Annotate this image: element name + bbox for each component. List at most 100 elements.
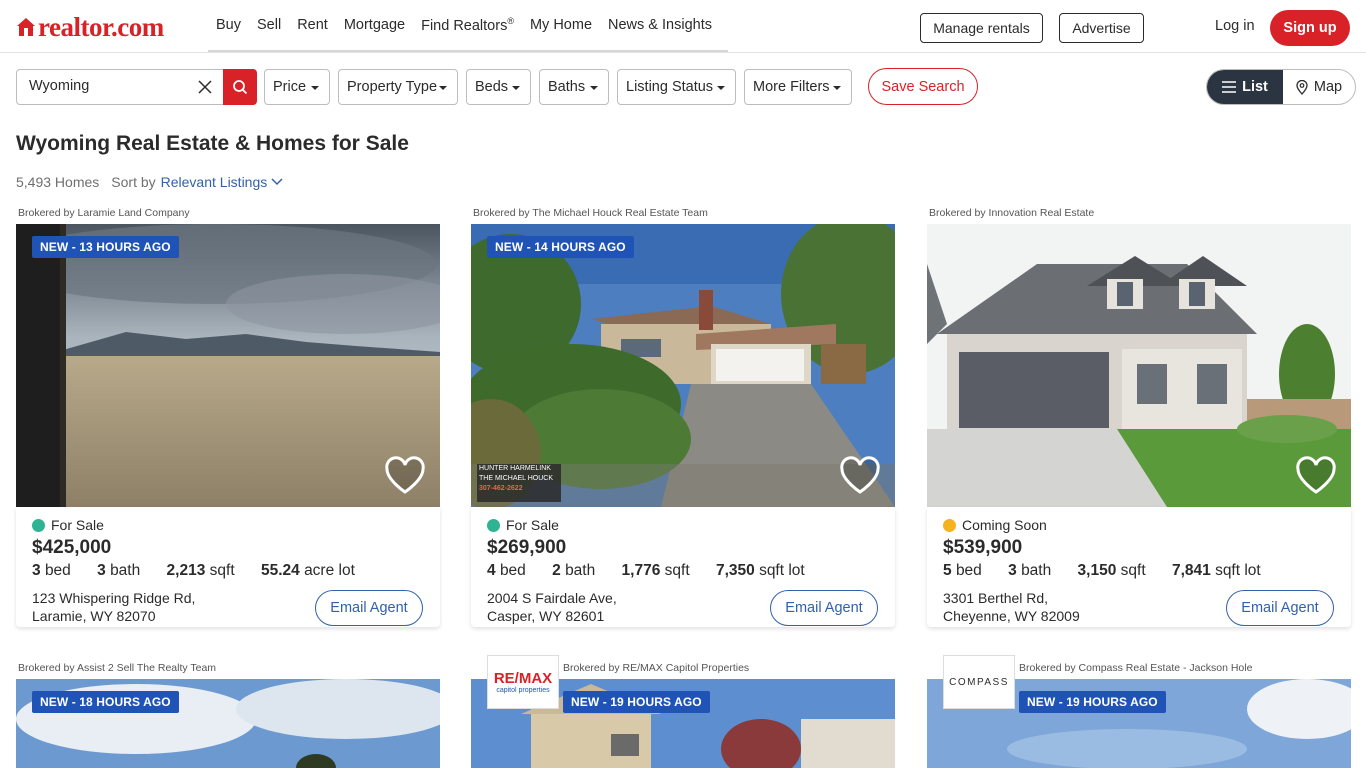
listing-address[interactable]: 2004 S Fairdale Ave, Casper, WY 82601 [487, 589, 617, 625]
remax-logo: RE/MAX capitol properties [487, 655, 559, 709]
caret-down-icon [717, 86, 725, 90]
advertise-button[interactable]: Advertise [1059, 13, 1144, 43]
listing-photo[interactable]: NEW - 18 HOURS AGO [16, 679, 440, 768]
status-text: For Sale [51, 517, 104, 533]
caret-down-icon [833, 86, 841, 90]
broker-label: Brokered by Laramie Land Company [18, 207, 190, 219]
more-filters-button[interactable]: More Filters [744, 69, 852, 105]
realtor-logo[interactable]: realtor.com [16, 12, 164, 42]
baths-unit: bath [110, 562, 141, 579]
listing-photo[interactable] [927, 224, 1351, 507]
listing-specs: 5 bed 3 bath 3,150 sqft 7,841 sqft lot [943, 562, 1261, 580]
search-button[interactable] [223, 69, 257, 105]
compass-logo: COMPASS [943, 655, 1015, 709]
login-link[interactable]: Log in [1215, 18, 1255, 34]
new-listing-badge: NEW - 19 HOURS AGO [563, 691, 710, 713]
listing-info: For Sale $425,000 3 bed 3 bath 2,213 sqf… [16, 507, 440, 627]
search-input[interactable] [29, 78, 199, 94]
listing-status-label: Listing Status [626, 79, 714, 95]
email-agent-button[interactable]: Email Agent [315, 590, 423, 626]
new-listing-badge: NEW - 13 HOURS AGO [32, 236, 179, 258]
heart-icon[interactable] [839, 456, 881, 496]
baths-value: 3 [1008, 562, 1017, 579]
broker-label: Brokered by Innovation Real Estate [929, 207, 1095, 219]
listing-card[interactable]: Brokered by The Michael Houck Real Estat… [471, 207, 895, 628]
map-view-label: Map [1313, 79, 1343, 95]
caret-down-icon [512, 86, 520, 90]
listing-photo[interactable]: NEW - 13 HOURS AGO [16, 224, 440, 507]
new-listing-badge: NEW - 19 HOURS AGO [1019, 691, 1166, 713]
nav-my-home[interactable]: My Home [530, 17, 592, 33]
nav-buy[interactable]: Buy [216, 17, 241, 33]
property-type-label: Property Type [347, 79, 438, 95]
listing-status: For Sale [32, 517, 104, 533]
listing-status: Coming Soon [943, 517, 1047, 533]
more-filters-label: More Filters [753, 79, 830, 95]
heart-icon[interactable] [384, 456, 426, 496]
broker-label: Brokered by Compass Real Estate - Jackso… [1019, 662, 1253, 674]
status-text: Coming Soon [962, 517, 1047, 533]
results-meta: 5,493 Homes Sort by Relevant Listings [16, 174, 283, 190]
listing-price: $539,900 [943, 537, 1023, 558]
baths-unit: bath [565, 562, 596, 579]
signup-button[interactable]: Sign up [1270, 10, 1350, 46]
broker-label: Brokered by The Michael Houck Real Estat… [473, 207, 708, 219]
save-search-button[interactable]: Save Search [868, 68, 978, 105]
sqft-unit: sqft [209, 562, 235, 579]
remax-logo-text: RE/MAX [493, 670, 553, 687]
listing-card[interactable]: Brokered by Innovation Real Estate Comin… [927, 207, 1351, 628]
results-count: 5,493 Homes [16, 174, 100, 190]
beds-value: 5 [943, 562, 952, 579]
listing-info: Coming Soon $539,900 5 bed 3 bath 3,150 … [927, 507, 1351, 627]
baths-filter[interactable]: Baths [539, 69, 609, 105]
listing-photo[interactable]: NEW - 14 HOURS AGO HUNTER HARMELINK THE … [471, 224, 895, 507]
page-title: Wyoming Real Estate & Homes for Sale [16, 132, 409, 155]
beds-value: 3 [32, 562, 41, 579]
broker-label: Brokered by Assist 2 Sell The Realty Tea… [18, 662, 217, 674]
view-toggle: List Map [1206, 69, 1356, 105]
main-nav: Buy Sell Rent Mortgage Find Realtors® My… [208, 0, 728, 52]
nav-news-insights[interactable]: News & Insights [608, 17, 712, 33]
price-filter[interactable]: Price [264, 69, 330, 105]
listing-address[interactable]: 123 Whispering Ridge Rd, Laramie, WY 820… [32, 589, 195, 625]
nav-find-realtors[interactable]: Find Realtors® [421, 16, 514, 34]
sort-label: Sort by [111, 174, 156, 190]
email-agent-button[interactable]: Email Agent [1226, 590, 1334, 626]
baths-value: 2 [552, 562, 561, 579]
listing-card[interactable]: Brokered by Laramie Land Company NEW - 1… [16, 207, 440, 628]
lot-value: 7,350 [715, 562, 755, 579]
beds-unit: bed [499, 562, 526, 579]
property-type-filter[interactable]: Property Type [338, 69, 458, 105]
listing-card[interactable]: Brokered by RE/MAX Capitol Properties NE… [471, 655, 895, 768]
lot-value: 55.24 [260, 562, 300, 579]
listing-card[interactable]: Brokered by Assist 2 Sell The Realty Tea… [16, 662, 440, 768]
nav-sell[interactable]: Sell [257, 17, 281, 33]
listing-status-filter[interactable]: Listing Status [617, 69, 736, 105]
status-dot [487, 518, 500, 532]
new-listing-badge: NEW - 18 HOURS AGO [32, 691, 179, 713]
manage-rentals-button[interactable]: Manage rentals [920, 13, 1043, 43]
caret-down-icon [311, 86, 319, 90]
logo-text: realtor.com [38, 12, 164, 42]
heart-icon[interactable] [1295, 456, 1337, 496]
nav-rent[interactable]: Rent [297, 17, 328, 33]
map-view-button[interactable]: Map [1283, 70, 1355, 104]
listing-info: For Sale $269,900 4 bed 2 bath 1,776 sqf… [471, 507, 895, 627]
search-icon [233, 80, 248, 95]
remax-logo-subtext: capitol properties [496, 687, 550, 694]
address-line-1: 3301 Berthel Rd, [943, 590, 1049, 606]
beds-filter[interactable]: Beds [466, 69, 531, 105]
beds-unit: bed [44, 562, 71, 579]
status-text: For Sale [506, 517, 559, 533]
nav-mortgage[interactable]: Mortgage [344, 17, 405, 33]
broker-label: Brokered by RE/MAX Capitol Properties [563, 662, 750, 674]
list-view-button[interactable]: List [1207, 70, 1283, 104]
listing-card[interactable]: Brokered by Compass Real Estate - Jackso… [927, 655, 1351, 768]
price-filter-label: Price [273, 79, 307, 95]
listing-address[interactable]: 3301 Berthel Rd, Cheyenne, WY 82009 [943, 589, 1080, 625]
baths-value: 3 [97, 562, 106, 579]
caret-down-icon [439, 86, 447, 90]
clear-search-icon[interactable] [197, 79, 213, 95]
email-agent-button[interactable]: Email Agent [770, 590, 878, 626]
sort-dropdown[interactable]: Relevant Listings [161, 174, 284, 190]
